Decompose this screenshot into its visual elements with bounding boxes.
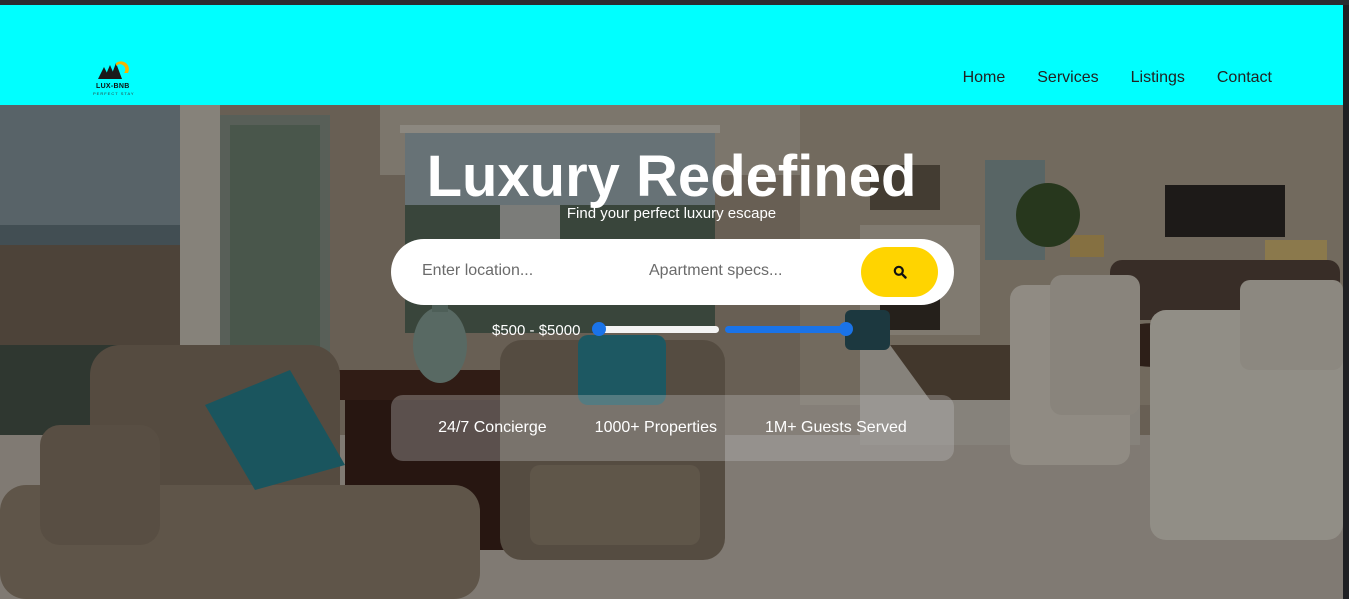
site-header: LUX-BNB PERFECT STAY Home Services Listi… xyxy=(0,5,1343,105)
stats-bar: 24/7 Concierge 1000+ Properties 1M+ Gues… xyxy=(391,395,954,461)
nav-home[interactable]: Home xyxy=(963,69,1006,87)
search-icon xyxy=(893,265,907,279)
hero-section: Luxury Redefined Find your perfect luxur… xyxy=(0,105,1343,599)
hero-title: Luxury Redefined xyxy=(426,144,917,209)
price-max-slider-track[interactable] xyxy=(725,326,847,333)
scrollbar[interactable] xyxy=(1343,5,1349,599)
nav-contact[interactable]: Contact xyxy=(1217,69,1272,87)
main-nav: Home Services Listings Contact xyxy=(963,69,1272,87)
search-bar xyxy=(391,239,954,305)
price-min-slider-handle[interactable] xyxy=(592,322,606,336)
stat-guests: 1M+ Guests Served xyxy=(764,419,907,436)
location-input[interactable] xyxy=(422,251,612,291)
apartment-specs-input[interactable] xyxy=(649,251,839,291)
logo-text: LUX-BNB xyxy=(96,83,130,90)
search-button[interactable] xyxy=(861,247,938,297)
page: LUX-BNB PERFECT STAY Home Services Listi… xyxy=(0,5,1343,599)
nav-listings[interactable]: Listings xyxy=(1131,69,1185,87)
hero-subtitle: Find your perfect luxury escape xyxy=(566,205,777,222)
price-range-label: $500 - $5000 xyxy=(492,322,581,339)
price-max-slider-handle[interactable] xyxy=(839,322,853,336)
logo-subtext: PERFECT STAY xyxy=(93,91,135,96)
nav-services[interactable]: Services xyxy=(1037,69,1098,87)
price-min-slider-track[interactable] xyxy=(598,326,719,333)
stat-concierge: 24/7 Concierge xyxy=(438,419,547,436)
stat-properties: 1000+ Properties xyxy=(594,419,717,436)
